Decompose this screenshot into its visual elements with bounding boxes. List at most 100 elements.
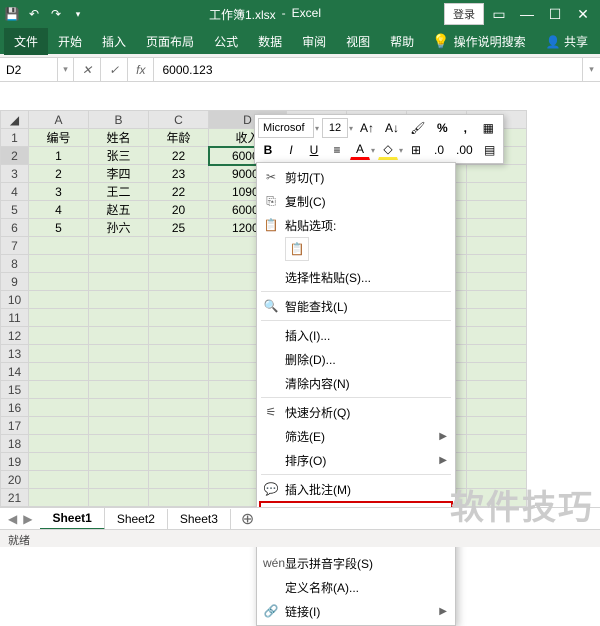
cell[interactable] xyxy=(467,363,527,381)
decrease-font-icon[interactable]: A↓ xyxy=(381,118,403,138)
cell[interactable] xyxy=(29,489,89,507)
row-header[interactable]: 16 xyxy=(1,399,29,417)
cell[interactable] xyxy=(467,255,527,273)
cell[interactable] xyxy=(89,435,149,453)
cell[interactable] xyxy=(89,381,149,399)
tab-file[interactable]: 文件 xyxy=(4,28,48,55)
chevron-down-icon[interactable]: ▾ xyxy=(349,124,353,133)
increase-decimal-icon[interactable]: .00 xyxy=(452,140,477,160)
paste-option-default[interactable]: 📋 xyxy=(285,237,309,261)
ctx-smart-lookup[interactable]: 🔍智能查找(L) xyxy=(257,294,455,318)
cell[interactable]: 编号 xyxy=(29,129,89,147)
col-header-a[interactable]: A xyxy=(29,111,89,129)
cell[interactable]: 3 xyxy=(29,183,89,201)
borders-icon[interactable]: ▦ xyxy=(478,118,498,138)
ctx-paste-special[interactable]: 选择性粘贴(S)... xyxy=(257,265,455,289)
cell[interactable] xyxy=(467,183,527,201)
chevron-down-icon[interactable]: ▾ xyxy=(399,146,403,155)
fx-icon[interactable]: fx xyxy=(128,58,154,81)
cell[interactable] xyxy=(149,363,209,381)
cell[interactable] xyxy=(29,309,89,327)
cell[interactable]: 孙六 xyxy=(89,219,149,237)
cell[interactable] xyxy=(149,237,209,255)
sheet-tab-1[interactable]: Sheet1 xyxy=(40,508,104,530)
row-header[interactable]: 7 xyxy=(1,237,29,255)
ctx-sort[interactable]: 排序(O)▶ xyxy=(257,448,455,472)
cell[interactable] xyxy=(467,219,527,237)
col-header-c[interactable]: C xyxy=(149,111,209,129)
tab-view[interactable]: 视图 xyxy=(336,28,380,55)
cell[interactable] xyxy=(89,417,149,435)
add-sheet-icon[interactable]: ⊕ xyxy=(231,509,264,529)
qat-dropdown-icon[interactable]: ▾ xyxy=(70,6,86,22)
cell[interactable] xyxy=(149,273,209,291)
cell[interactable] xyxy=(89,327,149,345)
tab-help[interactable]: 帮助 xyxy=(380,28,424,55)
font-color-icon[interactable]: A xyxy=(350,140,370,160)
ctx-clear[interactable]: 清除内容(N) xyxy=(257,371,455,395)
cell[interactable] xyxy=(89,399,149,417)
cell[interactable]: 25 xyxy=(149,219,209,237)
cell[interactable]: 1 xyxy=(29,147,89,165)
cell[interactable] xyxy=(467,309,527,327)
row-header[interactable]: 21 xyxy=(1,489,29,507)
cell[interactable]: 年龄 xyxy=(149,129,209,147)
format-painter-icon[interactable]: 🖌 xyxy=(406,118,429,138)
cell[interactable] xyxy=(467,471,527,489)
row-header[interactable]: 13 xyxy=(1,345,29,363)
row-header[interactable]: 11 xyxy=(1,309,29,327)
cell[interactable] xyxy=(89,453,149,471)
cell[interactable] xyxy=(29,327,89,345)
cell[interactable] xyxy=(467,381,527,399)
tab-data[interactable]: 数据 xyxy=(248,28,292,55)
cell[interactable] xyxy=(149,417,209,435)
merge-cells-icon[interactable]: ⊞ xyxy=(406,140,426,160)
align-center-icon[interactable]: ≡ xyxy=(327,140,347,160)
cell[interactable] xyxy=(29,381,89,399)
cell[interactable] xyxy=(149,381,209,399)
sheet-next-icon[interactable]: ▶ xyxy=(23,512,32,526)
cell[interactable]: 张三 xyxy=(89,147,149,165)
row-header[interactable]: 3 xyxy=(1,165,29,183)
row-header[interactable]: 12 xyxy=(1,327,29,345)
sheet-tab-3[interactable]: Sheet3 xyxy=(168,509,231,529)
ctx-insert-comment[interactable]: 💬插入批注(M) xyxy=(257,477,455,501)
cell[interactable] xyxy=(149,399,209,417)
tab-formulas[interactable]: 公式 xyxy=(204,28,248,55)
tab-home[interactable]: 开始 xyxy=(48,28,92,55)
row-header[interactable]: 4 xyxy=(1,183,29,201)
sheet-prev-icon[interactable]: ◀ xyxy=(8,512,17,526)
cell[interactable] xyxy=(89,471,149,489)
cell[interactable] xyxy=(467,399,527,417)
cell[interactable] xyxy=(89,255,149,273)
save-icon[interactable]: 💾 xyxy=(4,6,20,22)
row-header[interactable]: 8 xyxy=(1,255,29,273)
row-header[interactable]: 15 xyxy=(1,381,29,399)
cell[interactable]: 姓名 xyxy=(89,129,149,147)
row-header[interactable]: 5 xyxy=(1,201,29,219)
cell[interactable] xyxy=(29,453,89,471)
row-header[interactable]: 10 xyxy=(1,291,29,309)
cell[interactable] xyxy=(29,345,89,363)
cell[interactable] xyxy=(149,309,209,327)
ctx-filter[interactable]: 筛选(E)▶ xyxy=(257,424,455,448)
row-header[interactable]: 6 xyxy=(1,219,29,237)
cell[interactable] xyxy=(149,489,209,507)
cell[interactable] xyxy=(467,327,527,345)
percent-icon[interactable]: % xyxy=(432,118,452,138)
cell[interactable] xyxy=(149,255,209,273)
formula-expand-icon[interactable]: ▾ xyxy=(582,58,600,81)
maximize-icon[interactable]: ☐ xyxy=(542,1,568,27)
col-header-b[interactable]: B xyxy=(89,111,149,129)
cell[interactable]: 5 xyxy=(29,219,89,237)
row-header[interactable]: 17 xyxy=(1,417,29,435)
row-header[interactable]: 1 xyxy=(1,129,29,147)
mini-font-name[interactable]: Microsof xyxy=(258,118,314,138)
ctx-cut[interactable]: ✂剪切(T) xyxy=(257,165,455,189)
cell[interactable] xyxy=(29,291,89,309)
name-box[interactable]: D2 xyxy=(0,58,58,81)
cell[interactable] xyxy=(29,273,89,291)
cell[interactable] xyxy=(149,453,209,471)
ctx-link[interactable]: 🔗链接(I)▶ xyxy=(257,599,455,623)
ctx-insert[interactable]: 插入(I)... xyxy=(257,323,455,347)
